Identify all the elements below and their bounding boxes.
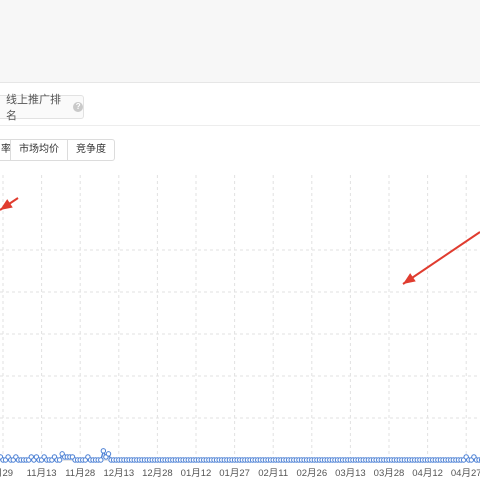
trend-chart: 月29 11月13 11月28 12月13 12月28 01月12 01月27 02月11 02…: [0, 175, 480, 479]
x-tick-label: 04月12: [412, 468, 443, 479]
annotation-arrow: [402, 231, 480, 285]
data-point: [98, 457, 104, 463]
x-tick-label: 11月13: [27, 468, 57, 479]
annotation-arrowhead: [0, 199, 13, 210]
x-tick-label: 01月27: [219, 468, 250, 479]
x-tick-label: 12月28: [142, 468, 173, 479]
x-tick-label: 12月13: [103, 468, 134, 479]
x-tick-label: 01月12: [181, 468, 212, 479]
page: 线上推广排名 ? 率 市场均价 竞争度 月2911月1311月2812月1312…: [0, 0, 480, 480]
data-point: [100, 448, 107, 454]
x-tick-label: 02月11: [258, 468, 288, 479]
x-tick-label: 03月28: [374, 468, 405, 479]
x-tick-label: 03月13: [335, 468, 366, 479]
data-point: [56, 457, 63, 463]
x-tick-label: 04月27: [451, 468, 480, 479]
data-point: [105, 451, 112, 457]
x-tick-label: 02月26: [296, 468, 327, 479]
x-tick-label: 11月28: [65, 468, 95, 479]
annotation-arrowhead: [403, 273, 416, 284]
x-tick-label: 月29: [0, 468, 13, 479]
